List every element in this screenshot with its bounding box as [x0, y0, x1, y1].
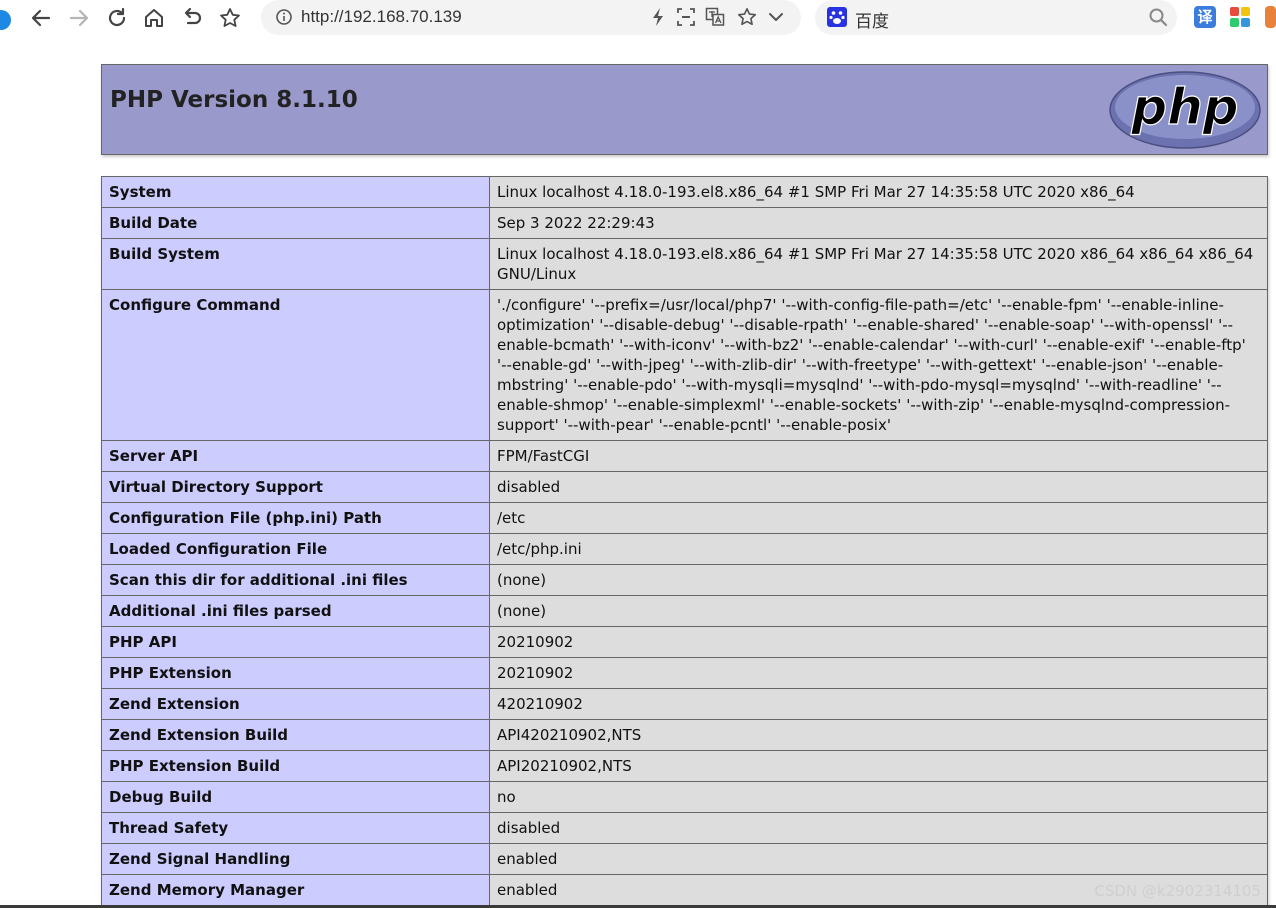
translate-extension-icon[interactable]: 译 [1194, 6, 1216, 28]
row-key: Additional .ini files parsed [101, 595, 490, 627]
row-value: 20210902 [489, 626, 1268, 658]
table-row: Build System Linux localhost 4.18.0-193.e… [101, 238, 1268, 290]
table-row: Virtual Directory Support disabled [101, 471, 1268, 503]
row-key: Build Date [101, 207, 490, 239]
table-row: Loaded Configuration File/etc/php.ini [101, 533, 1268, 565]
table-row: Configuration File (php.ini) Path/etc [101, 502, 1268, 534]
row-key: PHP Extension Build [101, 750, 490, 782]
forward-arrow-icon[interactable] [65, 4, 93, 32]
row-key: Zend Extension [101, 688, 490, 720]
row-key: Loaded Configuration File [101, 533, 490, 565]
row-value: (none) [489, 564, 1268, 596]
address-bar[interactable]: http://192.168.70.139 [261, 0, 801, 35]
row-key: Zend Extension Build [101, 719, 490, 751]
row-key: Zend Signal Handling [101, 843, 490, 875]
row-key: PHP API [101, 626, 490, 658]
table-row: Server API FPM/FastCGI [101, 440, 1268, 472]
row-key: Debug Build [101, 781, 490, 813]
back-arrow-icon[interactable] [27, 4, 55, 32]
chevron-down-icon[interactable] [765, 6, 787, 28]
row-key: Thread Safety [101, 812, 490, 844]
row-value: Sep 3 2022 22:29:43 [489, 207, 1268, 239]
extension-edge-icon[interactable] [1265, 6, 1276, 28]
row-value: (none) [489, 595, 1268, 627]
row-value: Linux localhost 4.18.0-193.el8.x86_64 #1… [489, 176, 1268, 208]
row-value: 420210902 [489, 688, 1268, 720]
home-icon[interactable] [140, 4, 168, 32]
table-row: Zend Memory Manager enabled [101, 874, 1268, 906]
php-version-header: PHP Version 8.1.10 php [101, 64, 1268, 155]
table-row: PHP Extension Build API20210902,NTS [101, 750, 1268, 782]
search-icon[interactable] [1147, 6, 1169, 28]
row-key: PHP Extension [101, 657, 490, 689]
table-row: Configure Command './configure' '--prefix… [101, 289, 1268, 441]
search-input[interactable]: 百度 [855, 7, 889, 32]
apps-grid-icon[interactable] [1229, 6, 1251, 28]
row-key: Server API [101, 440, 490, 472]
row-key: Configure Command [101, 289, 490, 441]
php-logo[interactable]: php [1109, 71, 1261, 153]
row-value: Linux localhost 4.18.0-193.el8.x86_64 #1… [489, 238, 1268, 290]
table-row: Zend Extension 420210902 [101, 688, 1268, 720]
lightning-icon[interactable] [647, 6, 669, 28]
row-key: Configuration File (php.ini) Path [101, 502, 490, 534]
row-key: Virtual Directory Support [101, 471, 490, 503]
row-value: /etc [489, 502, 1268, 534]
csdn-watermark: CSDN @k2902314105 [1094, 882, 1261, 900]
row-value: FPM/FastCGI [489, 440, 1268, 472]
browser-logo-icon[interactable] [0, 10, 11, 30]
table-row: Scan this dir for additional .ini files(… [101, 564, 1268, 596]
translate-icon[interactable] [704, 6, 726, 28]
favorite-star-icon[interactable] [736, 6, 758, 28]
row-key: Zend Memory Manager [101, 874, 490, 906]
table-row: Additional .ini files parsed (none) [101, 595, 1268, 627]
table-row: Debug Build no [101, 781, 1268, 813]
search-bar[interactable]: 百度 [815, 0, 1177, 35]
row-key: Build System [101, 238, 490, 290]
undo-icon[interactable] [178, 4, 206, 32]
table-row: System Linux localhost 4.18.0-193.el8.x86… [101, 176, 1268, 208]
row-key: System [101, 176, 490, 208]
row-value: './configure' '--prefix=/usr/local/php7'… [489, 289, 1268, 441]
table-row: PHP API 20210902 [101, 626, 1268, 658]
baidu-paw-icon [826, 6, 848, 28]
page-title: PHP Version 8.1.10 [110, 87, 358, 113]
table-row: PHP Extension 20210902 [101, 657, 1268, 689]
row-value: API420210902,NTS [489, 719, 1268, 751]
reload-icon[interactable] [103, 4, 131, 32]
php-info-table: System Linux localhost 4.18.0-193.el8.x86… [101, 176, 1268, 906]
php-logo-text: php [1130, 78, 1238, 136]
row-value: API20210902,NTS [489, 750, 1268, 782]
table-row: Build Date Sep 3 2022 22:29:43 [101, 207, 1268, 239]
row-value: enabled [489, 843, 1268, 875]
table-row: Zend Signal Handling enabled [101, 843, 1268, 875]
table-row: Zend Extension Build API420210902,NTS [101, 719, 1268, 751]
row-value: disabled [489, 471, 1268, 503]
screenshot-icon[interactable] [675, 6, 697, 28]
url-text[interactable]: http://192.168.70.139 [301, 7, 462, 27]
row-value: no [489, 781, 1268, 813]
table-row: Thread Safety disabled [101, 812, 1268, 844]
info-icon[interactable] [273, 6, 295, 28]
row-value: /etc/php.ini [489, 533, 1268, 565]
bookmark-star-icon[interactable] [216, 4, 244, 32]
row-value: disabled [489, 812, 1268, 844]
row-key: Scan this dir for additional .ini files [101, 564, 490, 596]
row-value: 20210902 [489, 657, 1268, 689]
browser-toolbar: http://192.168.70.139 百度 译 [0, 0, 1276, 36]
